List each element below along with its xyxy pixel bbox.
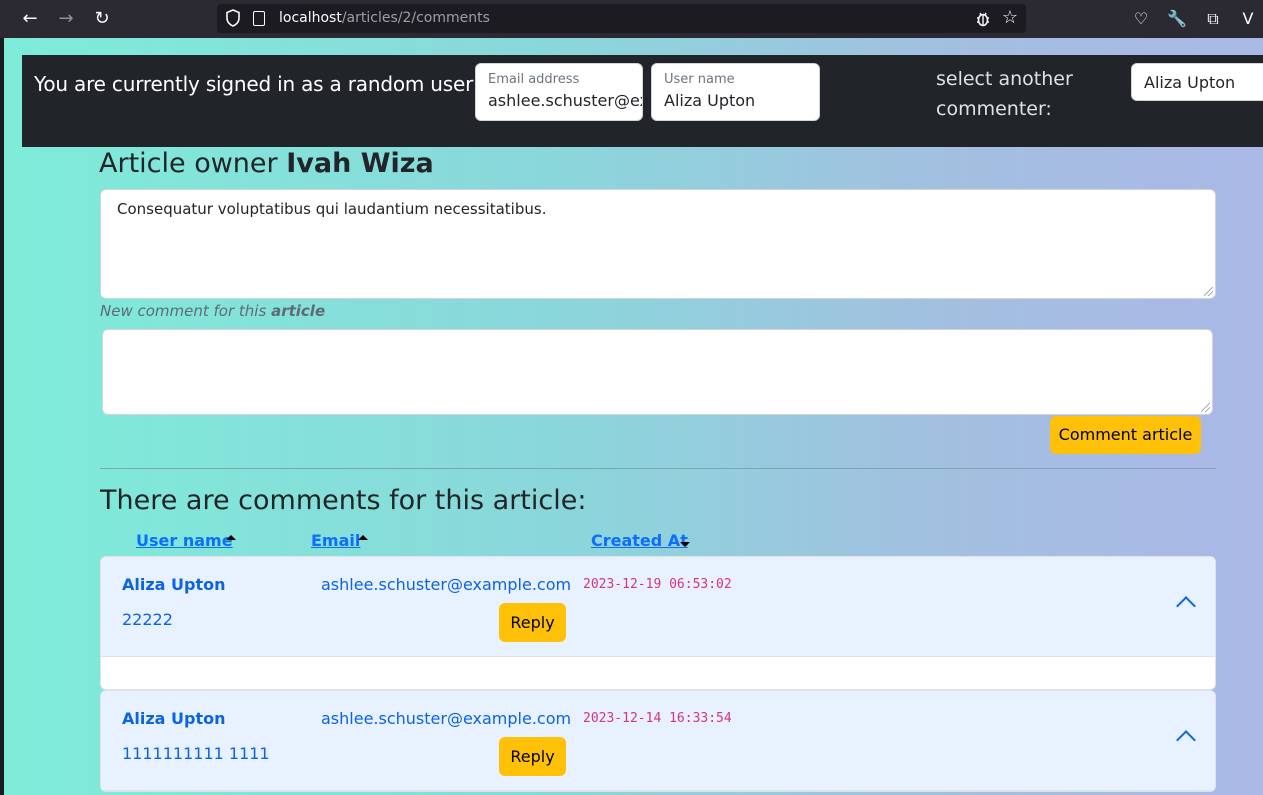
email-field[interactable]: Email address ashlee.schuster@example.co…: [475, 63, 643, 121]
email-field-label: Email address: [488, 72, 580, 87]
comment-body: 1111111111 1111: [122, 744, 270, 763]
browser-toolbar: ← → ↻ localhost/articles/2/comments ☆ ♡ …: [0, 0, 1263, 38]
article-body-text: Consequatur voluptatibus qui laudantium …: [117, 200, 547, 218]
comment-card-header[interactable]: Aliza Upton 1111111111 1111 ashlee.schus…: [101, 691, 1215, 791]
vivaldi-icon[interactable]: V: [1238, 8, 1258, 30]
page-icon: [253, 11, 265, 26]
comment-body: 22222: [122, 610, 173, 629]
sort-asc-icon: [358, 535, 368, 540]
page-content: You are currently signed in as a random …: [4, 38, 1263, 795]
reply-button[interactable]: Reply: [499, 603, 566, 642]
back-arrow-icon[interactable]: ←: [17, 6, 43, 32]
comment-email: ashlee.schuster@example.com: [321, 709, 572, 728]
forward-arrow-icon[interactable]: →: [53, 6, 79, 32]
comment-user: Aliza Upton: [122, 575, 226, 594]
new-comment-label: New comment for this article: [100, 302, 325, 320]
extensions-icon[interactable]: ⧉: [1203, 8, 1223, 30]
new-comment-label-bold: article: [271, 302, 326, 320]
select-commenter-label: select another commenter:: [936, 68, 1073, 120]
username-field-label: User name: [664, 72, 735, 87]
comment-card: Aliza Upton 22222 ashlee.schuster@exampl…: [100, 556, 1216, 690]
chevron-up-icon[interactable]: [1176, 596, 1196, 616]
username-field[interactable]: User name Aliza Upton: [651, 63, 820, 121]
shield-icon[interactable]: [225, 9, 241, 27]
divider: [100, 468, 1216, 469]
comment-date: 2023-12-19 06:53:02: [583, 577, 732, 592]
comment-card-body: [101, 657, 1215, 689]
sort-created-at-link[interactable]: Created At: [591, 531, 688, 550]
url-host: localhost: [279, 10, 342, 26]
pocket-icon[interactable]: ♡: [1131, 8, 1151, 30]
url-text[interactable]: localhost/articles/2/comments: [279, 10, 490, 26]
comment-card-header[interactable]: Aliza Upton 22222 ashlee.schuster@exampl…: [101, 557, 1215, 657]
user-bar: You are currently signed in as a random …: [22, 55, 1263, 147]
comments-heading: There are comments for this article:: [100, 485, 587, 516]
article-body-textarea[interactable]: Consequatur voluptatibus qui laudantium …: [100, 189, 1216, 299]
article-owner-heading: Article owner Ivah Wiza: [99, 148, 434, 179]
comment-card: Aliza Upton 1111111111 1111 ashlee.schus…: [100, 690, 1216, 792]
commenter-select[interactable]: Aliza Upton: [1131, 63, 1263, 101]
new-comment-label-prefix: New comment for this: [100, 302, 267, 320]
owner-prefix: Article owner: [99, 148, 278, 179]
signed-in-text: You are currently signed in as a random …: [34, 72, 480, 96]
reload-icon[interactable]: ↻: [89, 6, 115, 32]
reply-button[interactable]: Reply: [499, 737, 566, 776]
sort-desc-icon: [680, 542, 690, 547]
new-comment-textarea[interactable]: [102, 329, 1213, 415]
bug-icon[interactable]: [974, 10, 992, 28]
owner-name: Ivah Wiza: [286, 148, 434, 179]
address-bar[interactable]: localhost/articles/2/comments ☆: [217, 4, 1026, 33]
wrench-icon[interactable]: 🔧: [1167, 8, 1187, 30]
comment-article-button[interactable]: Comment article: [1050, 416, 1201, 454]
username-field-value[interactable]: Aliza Upton: [664, 91, 755, 110]
comment-email: ashlee.schuster@example.com: [321, 575, 572, 594]
comment-user: Aliza Upton: [122, 709, 226, 728]
bookmark-star-icon[interactable]: ☆: [1002, 7, 1018, 28]
comment-date: 2023-12-14 16:33:54: [583, 711, 732, 726]
sort-user-name-link[interactable]: User name: [136, 531, 233, 550]
email-field-value[interactable]: ashlee.schuster@example.com: [488, 91, 642, 110]
sort-asc-icon: [226, 535, 236, 540]
resize-handle-icon[interactable]: [1204, 287, 1213, 296]
chevron-up-icon[interactable]: [1176, 730, 1196, 750]
resize-handle-icon[interactable]: [1201, 403, 1210, 412]
sort-email-link[interactable]: Email: [311, 531, 360, 550]
url-path: /articles/2/comments: [341, 10, 490, 26]
commenter-select-value: Aliza Upton: [1144, 73, 1236, 92]
